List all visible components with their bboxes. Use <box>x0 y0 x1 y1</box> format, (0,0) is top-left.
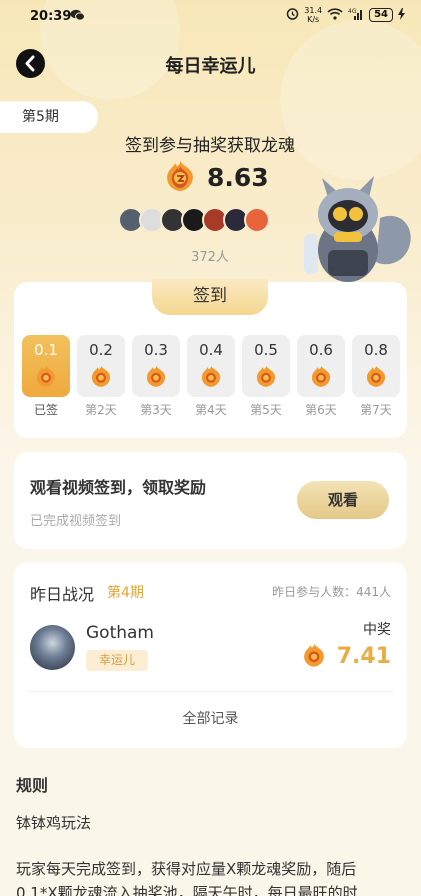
dragon-soul-icon <box>91 365 111 387</box>
day-label: 第5天 <box>250 403 282 417</box>
day-label: 第6天 <box>305 403 337 417</box>
day-box: 0.1 <box>22 335 70 397</box>
yesterday-period: 第4期 <box>107 585 144 601</box>
day-box: 0.6 <box>297 335 345 397</box>
day-reward: 0.1 <box>34 341 58 359</box>
rules-title: 规则 <box>16 776 49 795</box>
wifi-icon <box>327 7 343 23</box>
checkin-day-1[interactable]: 0.1 已签 <box>22 335 70 418</box>
winner-avatar[interactable] <box>30 625 75 670</box>
hero-subtitle: 签到参与抽奖获取龙魂 <box>125 136 295 156</box>
mascot-illustration <box>292 166 414 284</box>
dragon-soul-icon <box>366 365 386 387</box>
participant-avatars[interactable] <box>118 207 270 233</box>
checkin-day-4[interactable]: 0.4 第4天 <box>187 335 235 418</box>
wechat-icon <box>70 9 85 24</box>
video-task-card: 观看视频签到，领取奖励 已完成视频签到 观看 <box>14 452 407 549</box>
checkin-card: 签到 0.1 已签 0.2 第2天 0.3 第3天 0.4 第4天 0.5 第5… <box>14 279 407 438</box>
checkin-day-2[interactable]: 0.2 第2天 <box>77 335 125 418</box>
network-type: 4G <box>348 8 357 15</box>
yesterday-result-card: 昨日战况 第4期 昨日参与人数：441人 Gotham 幸运儿 中奖 7.41 … <box>14 562 407 748</box>
winner-name[interactable]: Gotham <box>86 623 154 643</box>
day-label: 第4天 <box>195 403 227 417</box>
dragon-soul-icon <box>256 365 276 387</box>
network-speed: 31.4 K/s <box>304 6 322 24</box>
day-box: 0.5 <box>242 335 290 397</box>
lucky-badge: 幸运儿 <box>86 650 148 671</box>
day-reward: 0.3 <box>144 341 168 359</box>
day-label: 第2天 <box>85 403 117 417</box>
prize-amount: 7.41 <box>336 643 391 669</box>
video-task-status: 已完成视频签到 <box>30 514 122 529</box>
prize-pool: 8.63 <box>163 160 269 194</box>
rules-line: 0.1*X颗龙魂流入抽奖池，隔天午时，每日最旺的时 <box>16 884 358 896</box>
day-label: 第3天 <box>140 403 172 417</box>
checkin-days: 0.1 已签 0.2 第2天 0.3 第3天 0.4 第4天 0.5 第5天 0… <box>22 335 400 418</box>
rules-line: 玩家每天完成签到，获得对应量X颗龙魂奖励，随后 <box>16 860 357 878</box>
participant-count: 372人 <box>191 250 229 265</box>
day-reward: 0.4 <box>199 341 223 359</box>
avatar <box>244 207 270 233</box>
dragon-soul-icon <box>146 365 166 387</box>
rules-section: 规则 钵钵鸡玩法 玩家每天完成签到，获得对应量X颗龙魂奖励，随后 0.1*X颗龙… <box>16 772 412 896</box>
day-reward: 0.5 <box>254 341 278 359</box>
dragon-soul-icon <box>311 365 331 387</box>
prize-label: 中奖 <box>363 622 391 638</box>
dragon-soul-icon <box>36 365 56 387</box>
prize: 7.41 <box>301 643 391 669</box>
rules-subtitle: 钵钵鸡玩法 <box>16 814 92 832</box>
all-records-link[interactable]: 全部记录 <box>14 708 407 728</box>
day-box: 0.3 <box>132 335 180 397</box>
day-reward: 0.8 <box>364 341 388 359</box>
day-box: 0.8 <box>352 335 400 397</box>
tab-checkin[interactable]: 签到 <box>152 279 268 315</box>
video-task-title: 观看视频签到，领取奖励 <box>30 478 207 497</box>
day-box: 0.4 <box>187 335 235 397</box>
rules-body: 玩家每天完成签到，获得对应量X颗龙魂奖励，随后 0.1*X颗龙魂流入抽奖池，隔天… <box>16 857 412 896</box>
yesterday-title: 昨日战况 <box>30 585 95 604</box>
day-label: 第7天 <box>360 403 392 417</box>
battery-indicator: 54 <box>369 8 393 22</box>
status-right: 31.4 K/s 4G 54 <box>286 6 405 24</box>
day-reward: 0.2 <box>89 341 113 359</box>
page-title: 每日幸运儿 <box>165 56 256 77</box>
pool-amount: 8.63 <box>207 162 269 192</box>
checkin-day-6[interactable]: 0.6 第6天 <box>297 335 345 418</box>
alarm-icon <box>286 7 299 23</box>
status-time: 20:39 <box>30 9 72 24</box>
dragon-soul-icon <box>167 161 193 191</box>
dragon-soul-icon <box>201 365 221 387</box>
day-label: 已签 <box>33 403 58 417</box>
speed-unit: K/s <box>307 15 320 24</box>
charging-icon <box>398 7 405 23</box>
day-reward: 0.6 <box>309 341 333 359</box>
checkin-day-3[interactable]: 0.3 第3天 <box>132 335 180 418</box>
checkin-day-5[interactable]: 0.5 第5天 <box>242 335 290 418</box>
signal-icon: 4G <box>348 8 364 23</box>
checkin-day-7[interactable]: 0.8 第7天 <box>352 335 400 418</box>
period-tag: 第5期 <box>0 101 98 133</box>
status-bar: 20:39 31.4 K/s 4G 54 <box>0 0 421 36</box>
dragon-soul-icon <box>303 643 324 667</box>
speed-value: 31.4 <box>304 6 323 15</box>
yesterday-participants: 昨日参与人数：441人 <box>272 585 391 599</box>
divider <box>28 691 393 692</box>
day-box: 0.2 <box>77 335 125 397</box>
watch-button[interactable]: 观看 <box>297 481 389 519</box>
